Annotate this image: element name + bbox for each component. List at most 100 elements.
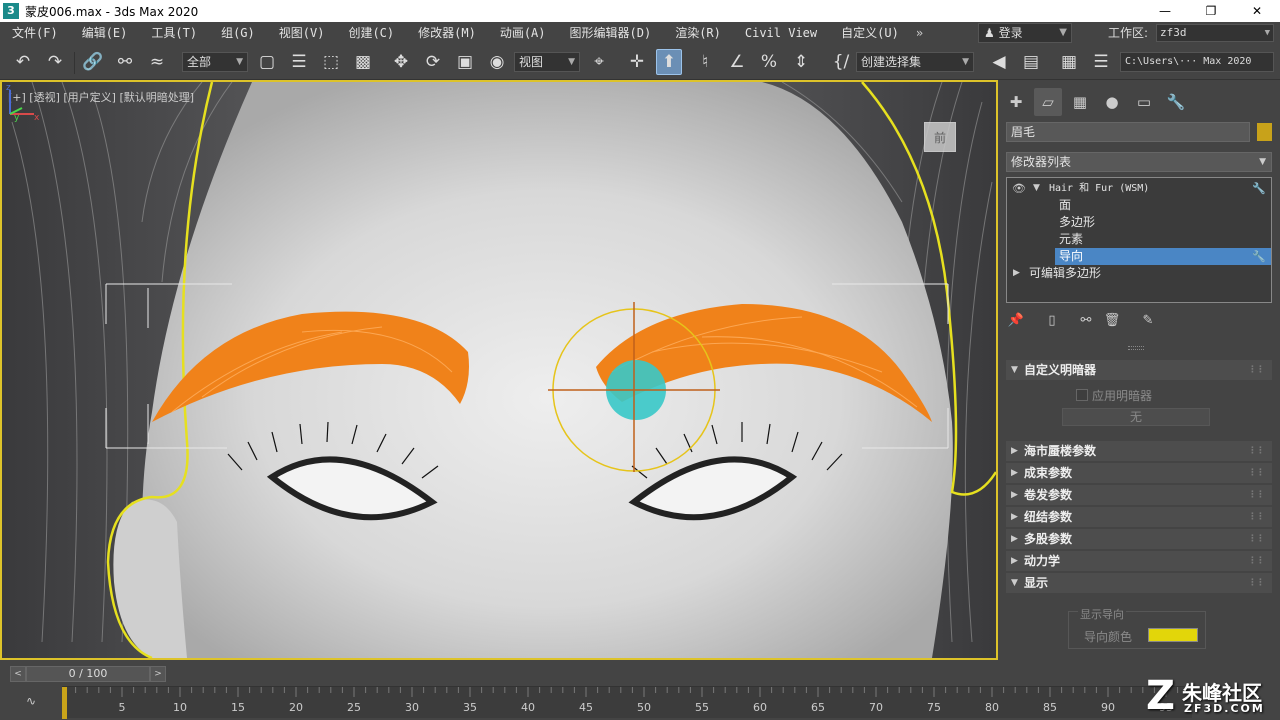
selection-filter-dropdown[interactable]: 全部 ▼ — [182, 52, 248, 72]
menu-bar: 文件(F) 编辑(E) 工具(T) 组(G) 视图(V) 创建(C) 修改器(M… — [0, 22, 1280, 44]
object-name-field[interactable]: 眉毛 — [1006, 122, 1250, 142]
rollout-kink-params[interactable]: ▶ 纽结参数 ⋮⋮ — [1006, 507, 1272, 527]
time-slider-prev-button[interactable]: < — [10, 666, 26, 682]
restore-button[interactable]: ❐ — [1188, 0, 1234, 22]
stack-subitem-polygon[interactable]: 多边形 — [1007, 214, 1271, 231]
named-selection-set-dropdown[interactable]: 创建选择集 ▼ — [856, 52, 974, 72]
rollout-display[interactable]: ▼ 显示 ⋮⋮ — [1006, 573, 1272, 593]
guide-color-swatch[interactable] — [1148, 628, 1198, 642]
menu-edit[interactable]: 编辑(E) — [70, 22, 140, 44]
menu-animation[interactable]: 动画(A) — [488, 22, 558, 44]
hierarchy-tab-icon[interactable]: ▦ — [1066, 88, 1094, 116]
expand-icon: ▶ — [1011, 556, 1018, 566]
minimize-button[interactable]: — — [1142, 0, 1188, 22]
rollout-title: 成束参数 — [1024, 466, 1073, 480]
link-icon[interactable]: 🔗 — [80, 49, 106, 75]
3dsmax-app-icon[interactable]: 3 — [3, 3, 19, 19]
make-unique-icon[interactable]: ⚯ — [1076, 311, 1096, 331]
panel-splitter[interactable] — [1128, 346, 1144, 350]
rectangular-selection-icon[interactable]: ⬚ — [318, 49, 344, 75]
utilities-tab-icon[interactable]: 🔧 — [1162, 88, 1190, 116]
expand-right-icon[interactable]: ▶ — [1013, 265, 1020, 282]
edit-named-selection-icon[interactable]: {/ — [828, 49, 854, 75]
angle-snap-icon[interactable]: ∠ — [724, 49, 750, 75]
expand-down-icon[interactable]: ▼ — [1033, 180, 1040, 197]
undo-icon[interactable]: ↶ — [10, 49, 36, 75]
align-icon[interactable]: ▤ — [1018, 49, 1044, 75]
layer-explorer-icon[interactable]: ▦ — [1056, 49, 1082, 75]
rollout-multi-strand[interactable]: ▶ 多股参数 ⋮⋮ — [1006, 529, 1272, 549]
rollout-frizz-params[interactable]: ▶ 卷发参数 ⋮⋮ — [1006, 485, 1272, 505]
project-folder-path[interactable]: C:\Users\··· Max 2020 — [1120, 52, 1274, 72]
menu-rendering[interactable]: 渲染(R) — [663, 22, 733, 44]
show-end-result-icon[interactable]: ▯ — [1042, 311, 1062, 331]
stack-item-label: 导向 — [1059, 249, 1084, 263]
rollout-custom-shader[interactable]: ▼ 自定义明暗器 ⋮⋮ — [1006, 360, 1272, 380]
display-tab-icon[interactable]: ▭ — [1130, 88, 1158, 116]
bind-space-warp-icon[interactable]: ≈ — [144, 49, 170, 75]
mini-curve-editor-icon[interactable]: ∿ — [20, 690, 42, 712]
menu-views[interactable]: 视图(V) — [267, 22, 337, 44]
time-slider[interactable]: 0 / 100 — [26, 666, 150, 682]
eye-icon[interactable]: 👁 — [1012, 180, 1026, 197]
shader-none-button[interactable]: 无 — [1062, 408, 1210, 426]
snaps-toggle-icon[interactable]: ♮ — [692, 49, 718, 75]
rollout-dynamics[interactable]: ▶ 动力学 ⋮⋮ — [1006, 551, 1272, 571]
menu-tools[interactable]: 工具(T) — [139, 22, 209, 44]
expand-icon: ▶ — [1011, 446, 1018, 456]
menu-group[interactable]: 组(G) — [209, 22, 267, 44]
grip-icon: ⋮⋮ — [1248, 365, 1265, 375]
unlink-icon[interactable]: ⚯ — [112, 49, 138, 75]
modifier-list-dropdown[interactable]: 修改器列表 ▼ — [1006, 152, 1272, 172]
stack-subitem-face[interactable]: 面 — [1007, 197, 1271, 214]
pin-stack-icon[interactable]: 📌 — [1006, 311, 1026, 331]
close-button[interactable]: ✕ — [1234, 0, 1280, 22]
viewcube[interactable]: 前 — [924, 122, 956, 152]
menu-civil-view[interactable]: Civil View — [733, 22, 829, 44]
menu-create[interactable]: 创建(C) — [336, 22, 406, 44]
select-object-icon[interactable]: ▢ — [254, 49, 280, 75]
menu-overflow-button[interactable]: » — [911, 22, 928, 44]
stack-subitem-guides[interactable]: 导向 🔧 — [1055, 248, 1271, 265]
display-guides-label[interactable]: 显示导向 — [1078, 606, 1126, 622]
current-frame-marker[interactable] — [62, 687, 67, 719]
track-bar[interactable]: 05101520253035404550556065707580859095 — [62, 686, 1192, 719]
create-tab-icon[interactable]: ✚ — [1002, 88, 1030, 116]
object-color-swatch[interactable] — [1257, 123, 1272, 141]
percent-snap-icon[interactable]: % — [756, 49, 782, 75]
spinner-snap-icon[interactable]: ⇕ — [788, 49, 814, 75]
menu-graph-editors[interactable]: 图形编辑器(D) — [558, 22, 664, 44]
motion-tab-icon[interactable]: ● — [1098, 88, 1126, 116]
mirror-icon[interactable]: ◀ — [986, 49, 1012, 75]
rollout-mr-params[interactable]: ▶ 海市蜃楼参数 ⋮⋮ — [1006, 441, 1272, 461]
select-by-name-icon[interactable]: ☰ — [286, 49, 312, 75]
apply-shader-checkbox[interactable] — [1076, 389, 1088, 401]
perspective-viewport[interactable]: [+] [透视] [用户定义] [默认明暗处理] 前 z x y — [0, 80, 998, 660]
reference-coordinate-dropdown[interactable]: 视图 ▼ — [514, 52, 580, 72]
workspace-select[interactable]: zf3d ▼ — [1156, 24, 1274, 42]
select-manipulate-icon[interactable]: ✛ — [624, 49, 650, 75]
pivot-center-icon[interactable]: ⌖ — [586, 49, 612, 75]
collapse-icon: ▼ — [1011, 365, 1018, 375]
stack-item-hair-and-fur[interactable]: 👁 ▼ Hair 和 Fur (WSM) 🔧 — [1007, 180, 1271, 197]
redo-icon[interactable]: ↷ — [42, 49, 68, 75]
menu-file[interactable]: 文件(F) — [0, 22, 70, 44]
login-dropdown[interactable]: ♟ 登录 ▼ — [978, 23, 1072, 43]
select-rotate-icon[interactable]: ⟳ — [420, 49, 446, 75]
select-move-icon[interactable]: ✥ — [388, 49, 414, 75]
select-scale-icon[interactable]: ▣ — [452, 49, 478, 75]
axis-y-label: y — [14, 113, 20, 122]
menu-modifiers[interactable]: 修改器(M) — [406, 22, 488, 44]
window-crossing-icon[interactable]: ▩ — [350, 49, 376, 75]
keyboard-shortcut-override-icon[interactable]: ⬆ — [656, 49, 682, 75]
remove-modifier-icon[interactable]: 🗑 — [1102, 311, 1122, 331]
configure-modifier-sets-icon[interactable]: ✎ — [1138, 311, 1158, 331]
stack-subitem-element[interactable]: 元素 — [1007, 231, 1271, 248]
toggle-ribbon-icon[interactable]: ☰ — [1088, 49, 1114, 75]
rollout-clump-params[interactable]: ▶ 成束参数 ⋮⋮ — [1006, 463, 1272, 483]
modify-tab-icon[interactable]: ▱ — [1034, 88, 1062, 116]
menu-customize[interactable]: 自定义(U) — [829, 22, 911, 44]
stack-item-editable-poly[interactable]: ▶ 可编辑多边形 — [1007, 265, 1271, 282]
select-place-icon[interactable]: ◉ — [484, 49, 510, 75]
time-slider-next-button[interactable]: > — [150, 666, 166, 682]
